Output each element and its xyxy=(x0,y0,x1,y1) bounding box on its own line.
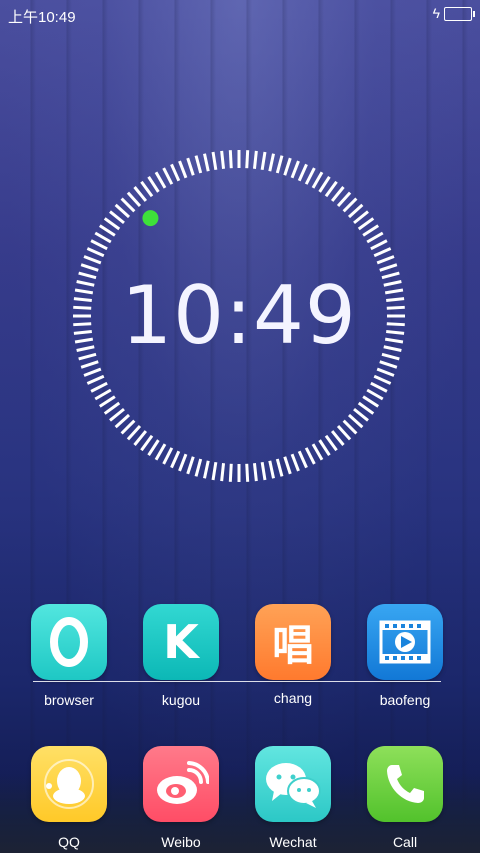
app-label-weibo: Weibo xyxy=(161,834,201,850)
status-time: 上午10:49 xyxy=(8,9,76,26)
kugou-icon: K xyxy=(143,604,219,680)
app-qq[interactable]: QQ xyxy=(24,746,114,850)
app-call[interactable]: Call xyxy=(360,746,450,850)
app-label-baofeng: baofeng xyxy=(379,692,431,708)
battery-icon xyxy=(444,7,475,21)
app-label-browser: browser xyxy=(44,692,94,708)
row-divider xyxy=(33,681,441,682)
qq-icon xyxy=(31,746,107,822)
app-wechat[interactable]: Wechat xyxy=(248,746,338,850)
app-chang[interactable]: 唱 chang xyxy=(248,604,338,706)
clock-time: 10:49 xyxy=(121,269,357,362)
app-kugou[interactable]: K kugou xyxy=(136,604,226,708)
app-label-wechat: Wechat xyxy=(269,834,317,850)
app-label-kugou: kugou xyxy=(161,692,201,708)
chang-icon: 唱 xyxy=(255,604,331,680)
wechat-icon xyxy=(255,746,331,822)
app-weibo[interactable]: Weibo xyxy=(136,746,226,850)
seconds-indicator-dot xyxy=(142,210,159,227)
bolt-icon: ϟ xyxy=(432,5,440,21)
phone-icon xyxy=(367,746,443,822)
app-label-chang: chang xyxy=(273,690,313,706)
browser-icon xyxy=(31,604,107,680)
app-label-qq: QQ xyxy=(58,834,80,850)
baofeng-icon xyxy=(367,604,443,680)
app-browser[interactable]: browser xyxy=(24,604,114,708)
app-label-call: Call xyxy=(392,834,418,850)
app-baofeng[interactable]: baofeng xyxy=(360,604,450,708)
clock-widget[interactable]: 10:49 xyxy=(72,149,406,483)
weibo-icon xyxy=(143,746,219,822)
status-bar: 上午10:49 ϟ xyxy=(0,0,480,28)
